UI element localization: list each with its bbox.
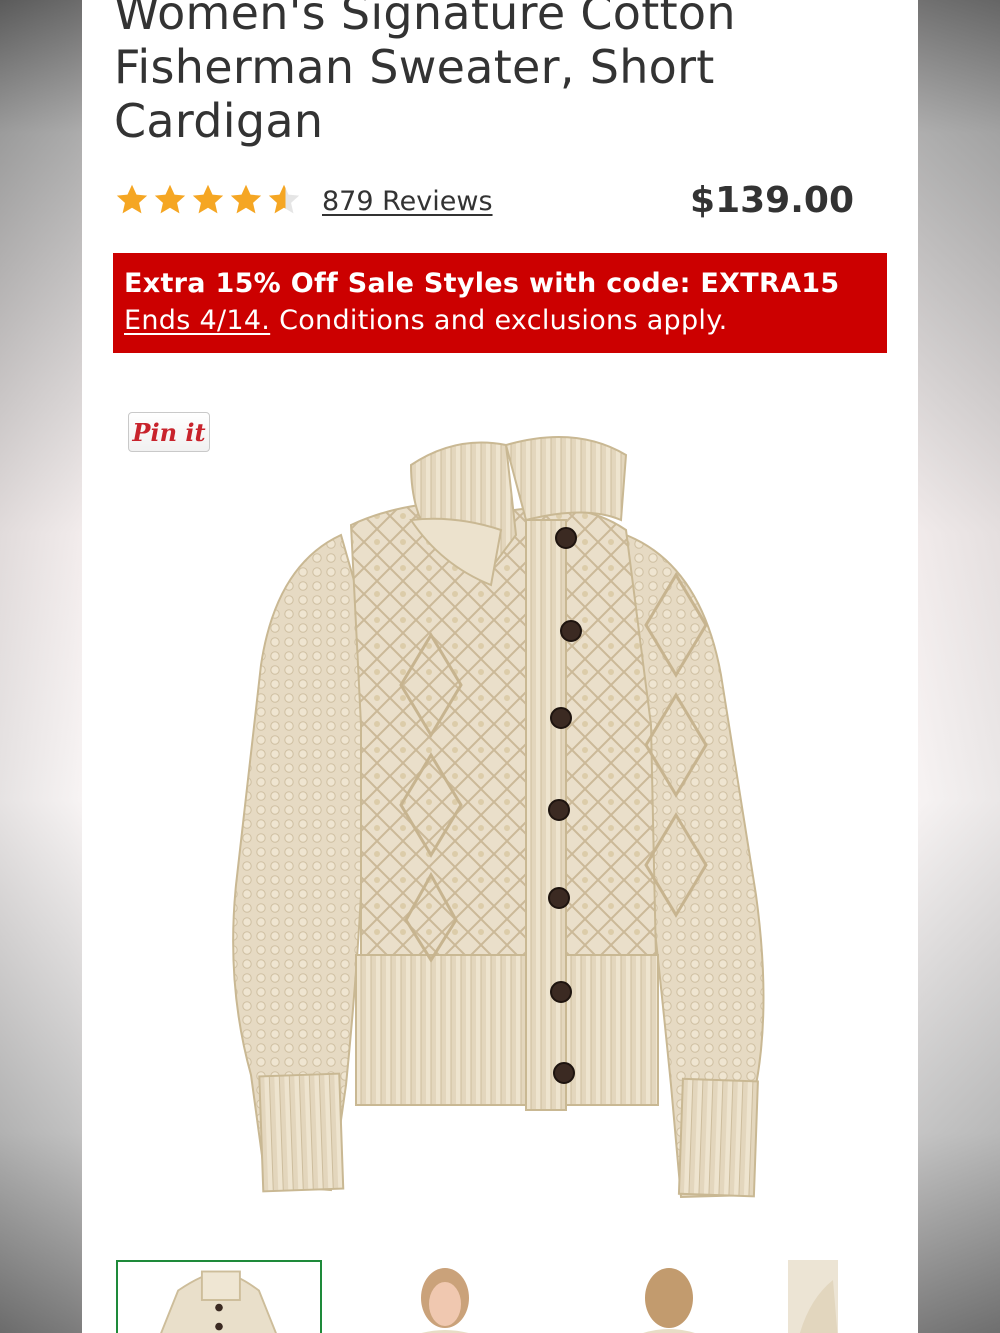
- thumbnail-detail[interactable]: [788, 1260, 918, 1333]
- promo-banner: Extra 15% Off Sale Styles with code: EXT…: [113, 253, 887, 353]
- star-icon: [154, 184, 186, 214]
- promo-conditions: Conditions and exclusions apply.: [279, 305, 728, 336]
- background-left-edge: [0, 0, 82, 1333]
- product-title: Women's Signature Cotton Fisherman Sweat…: [114, 0, 736, 148]
- background-right-edge: [918, 0, 1000, 1333]
- thumbnail-model-back[interactable]: [566, 1260, 772, 1333]
- star-icon: [116, 184, 148, 214]
- star-icon: [230, 184, 262, 214]
- half-star-icon: [268, 184, 300, 214]
- promo-ends-link[interactable]: Ends 4/14.: [124, 305, 270, 336]
- promo-details: Ends 4/14. Conditions and exclusions app…: [124, 301, 875, 341]
- thumbnail-strip: [116, 1260, 918, 1333]
- star-rating[interactable]: [114, 182, 302, 218]
- thumbnail-model-front[interactable]: [342, 1260, 548, 1333]
- product-price: $139.00: [690, 180, 854, 221]
- promo-headline: Extra 15% Off Sale Styles with code: EXT…: [124, 268, 840, 299]
- thumbnail-cardigan-front[interactable]: [116, 1260, 322, 1333]
- product-image-cardigan[interactable]: [156, 425, 806, 1210]
- product-page: Women's Signature Cotton Fisherman Sweat…: [82, 0, 918, 1333]
- reviews-link[interactable]: 879 Reviews: [322, 186, 493, 217]
- star-icon: [192, 184, 224, 214]
- rating-row: 879 Reviews $139.00: [114, 180, 854, 224]
